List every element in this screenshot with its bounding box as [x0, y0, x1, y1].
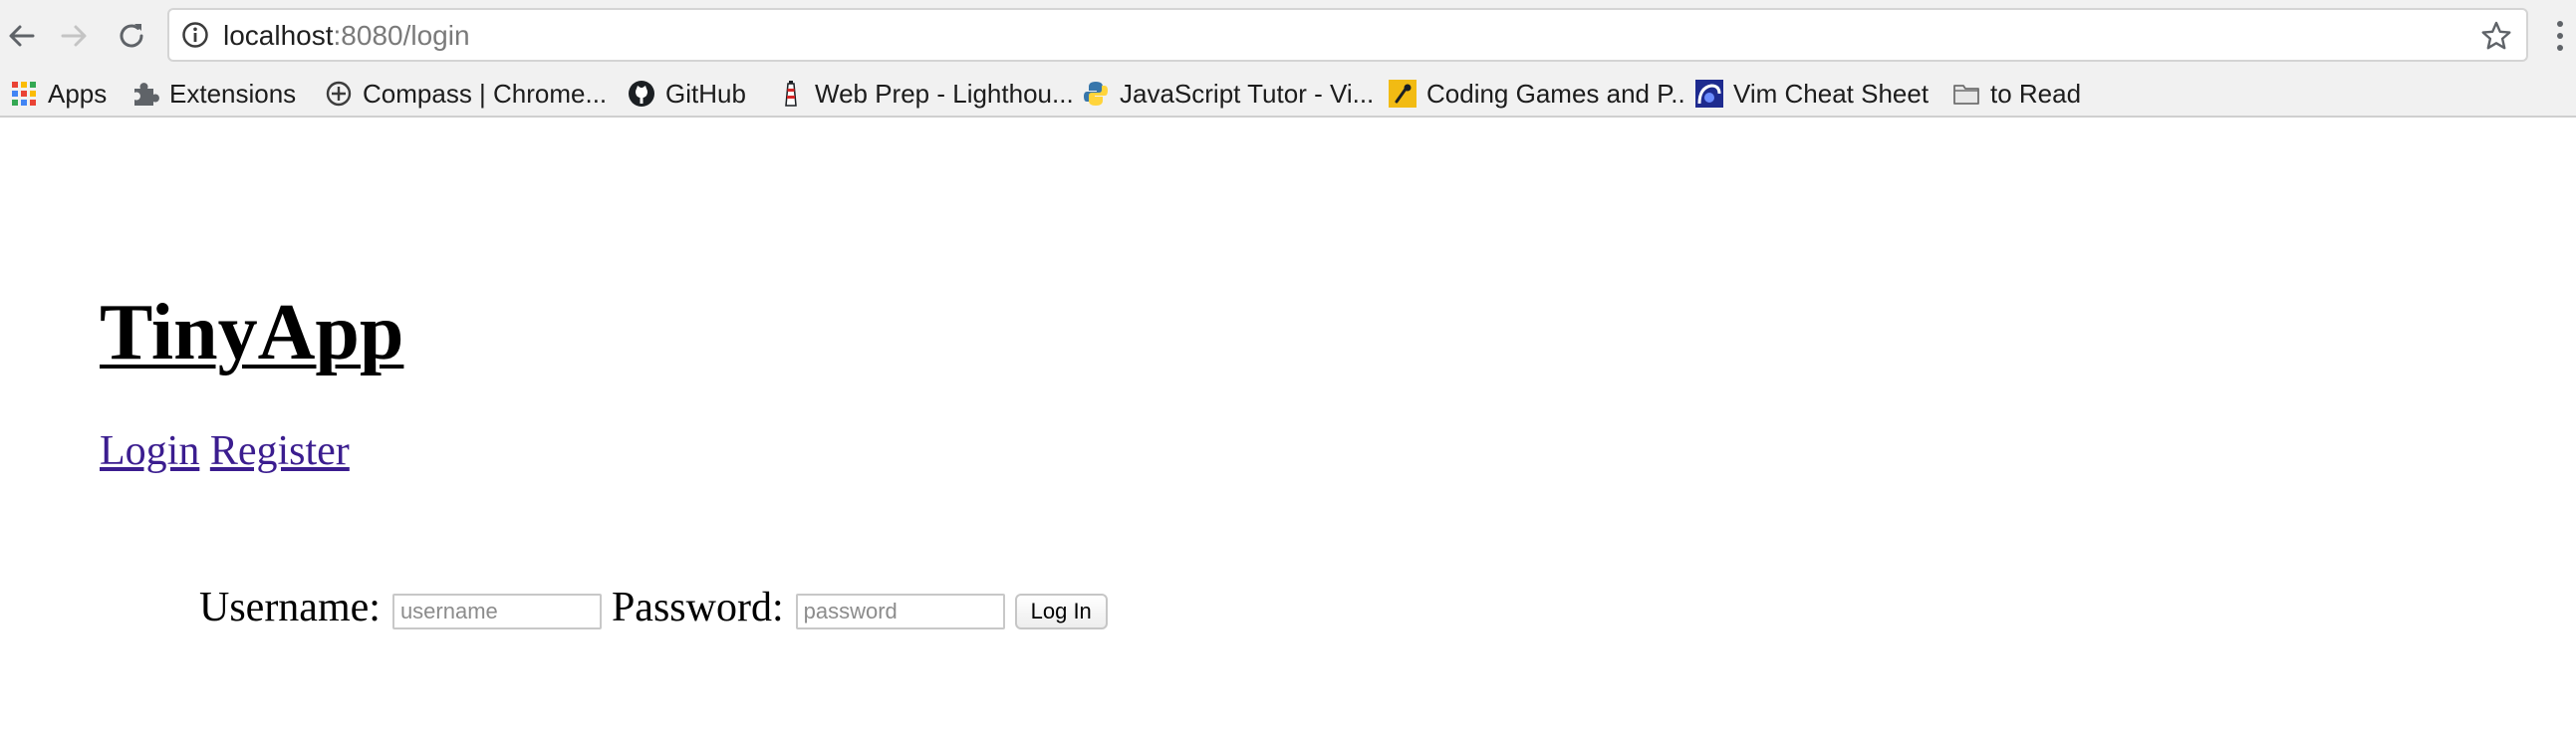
vertical-dots-icon[interactable] [2550, 18, 2570, 54]
bookmark-label: to Read [1990, 79, 2082, 109]
apps-grid-icon [12, 82, 36, 106]
address-bar[interactable]: localhost:8080/login [167, 8, 2528, 62]
bookmark-web-prep[interactable]: Web Prep - Lighthou... [777, 74, 1074, 114]
star-icon[interactable] [2480, 20, 2512, 52]
reload-icon [120, 24, 143, 48]
username-label: Username: [199, 585, 381, 630]
folder-icon [1953, 85, 1979, 105]
url-host: localhost [223, 20, 334, 51]
bookmark-apps[interactable]: Apps [10, 74, 107, 114]
bookmark-label: Web Prep - Lighthou... [815, 79, 1074, 109]
bookmark-label: Compass | Chrome... [363, 79, 608, 109]
username-input[interactable] [391, 594, 602, 629]
puzzle-icon [134, 83, 159, 106]
page-content: TinyApp Login Register Username: Passwor… [0, 118, 2576, 747]
auth-nav: Login Register [100, 426, 350, 476]
reload-button[interactable] [110, 14, 153, 58]
codingame-icon [1389, 80, 1417, 108]
bookmark-vim-cheat-sheet[interactable]: Vim Cheat Sheet [1695, 74, 1929, 114]
bookmark-label: Vim Cheat Sheet [1733, 79, 1930, 109]
login-form: Username: Password: Log In [199, 578, 1108, 637]
url-text[interactable]: localhost:8080/login [223, 20, 470, 52]
bookmark-github[interactable]: GitHub [628, 74, 746, 114]
register-link[interactable]: Register [210, 428, 350, 474]
bookmark-label: JavaScript Tutor - Vi... [1120, 79, 1375, 109]
bookmark-compass[interactable]: Compass | Chrome... [325, 74, 607, 114]
bookmark-extensions[interactable]: Extensions [131, 74, 296, 114]
arrow-left-icon [9, 25, 35, 47]
python-icon [1084, 82, 1108, 106]
compass-icon [326, 81, 352, 107]
bookmark-javascript-tutor[interactable]: JavaScript Tutor - Vi... [1082, 74, 1374, 114]
password-label: Password: [611, 585, 784, 630]
info-icon[interactable] [181, 21, 209, 49]
arrow-right-icon [61, 25, 87, 47]
login-link[interactable]: Login [100, 428, 199, 474]
bookmark-label: Apps [48, 79, 108, 109]
browser-toolbar: localhost:8080/login [0, 0, 2576, 70]
bookmark-to-read[interactable]: to Read [1952, 74, 2081, 114]
vim-icon [1695, 80, 1723, 108]
forward-button[interactable] [52, 14, 96, 58]
bookmark-coding-games[interactable]: Coding Games and P.. [1389, 74, 1685, 114]
password-input[interactable] [795, 594, 1005, 629]
github-icon [629, 81, 654, 107]
lighthouse-icon [785, 81, 797, 107]
url-path: :8080/login [333, 20, 470, 51]
log-in-button[interactable]: Log In [1014, 594, 1108, 629]
bookmark-label: Coding Games and P.. [1426, 79, 1685, 109]
page-title: TinyApp [100, 289, 404, 376]
back-button[interactable] [0, 14, 44, 58]
bookmark-label: GitHub [665, 79, 746, 109]
bookmarks-bar: Apps Extensions Compass | Chrome... GitH… [0, 70, 2576, 118]
bookmark-label: Extensions [169, 79, 297, 109]
